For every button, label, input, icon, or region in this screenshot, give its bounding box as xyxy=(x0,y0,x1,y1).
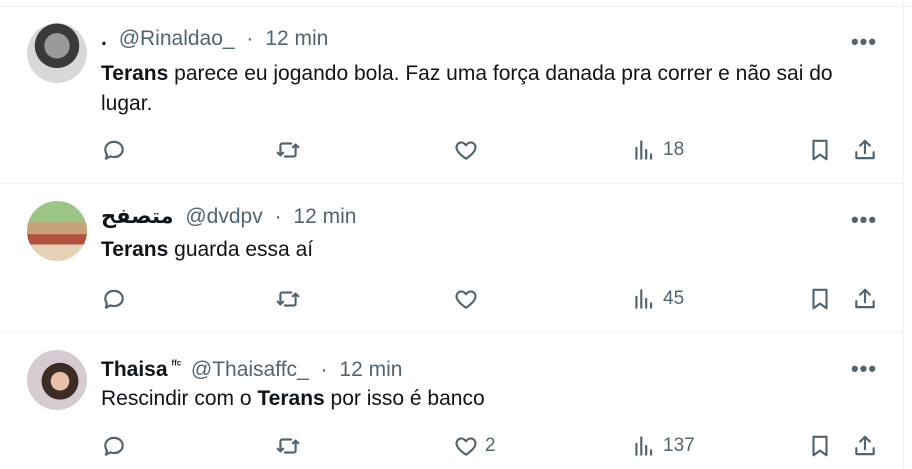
tweet[interactable]: متصفح @dvdpv · 12 min ••• Terans guarda … xyxy=(0,184,904,333)
text-before: Rescindir com o xyxy=(101,387,258,410)
text-after: guarda essa aí xyxy=(168,238,314,261)
timestamp[interactable]: 12 min xyxy=(265,27,328,50)
bookmark-button[interactable] xyxy=(807,431,833,461)
bookmark-icon xyxy=(812,288,828,310)
share-icon xyxy=(855,435,875,456)
analytics-icon xyxy=(635,140,653,160)
name-badge: ᶠᶠᶜ xyxy=(171,359,182,371)
mention-bold: Terans xyxy=(101,238,169,261)
retweet-button[interactable] xyxy=(275,135,301,165)
action-bar: 2 137 xyxy=(101,431,881,461)
display-name[interactable]: متصفح xyxy=(101,205,174,228)
reply-button[interactable] xyxy=(101,135,127,165)
analytics-icon xyxy=(635,289,653,309)
reply-button[interactable] xyxy=(101,431,127,461)
share-icon xyxy=(855,288,875,309)
bookmark-button[interactable] xyxy=(807,135,833,165)
more-horizontal-icon: ••• xyxy=(850,207,878,232)
action-bar: 45 xyxy=(101,284,881,314)
share-icon xyxy=(855,139,875,160)
tweet[interactable]: . @Rinaldao_ · 12 min ••• Terans parece … xyxy=(0,6,904,184)
action-bar: 18 xyxy=(101,135,881,165)
display-name[interactable]: Thaisa xyxy=(101,358,168,381)
avatar[interactable] xyxy=(27,23,87,83)
separator: · xyxy=(320,358,328,381)
more-options-button[interactable]: ••• xyxy=(850,358,878,383)
share-button[interactable] xyxy=(852,135,878,165)
like-count: 2 xyxy=(485,435,496,456)
separator: · xyxy=(274,205,282,228)
tweet-text: Terans guarda essa aí xyxy=(101,235,881,265)
like-button[interactable]: 2 xyxy=(453,431,496,461)
handle[interactable]: @dvdpv xyxy=(185,205,262,228)
display-name[interactable]: . xyxy=(101,27,107,50)
mention-bold: Terans xyxy=(257,387,325,410)
more-horizontal-icon: ••• xyxy=(850,356,878,381)
text-after: parece eu jogando bola. Faz uma força da… xyxy=(101,62,833,115)
retweet-icon xyxy=(276,142,300,158)
analytics-icon xyxy=(635,436,653,456)
views-button[interactable]: 137 xyxy=(631,431,695,461)
views-button[interactable]: 45 xyxy=(631,284,684,314)
heart-icon xyxy=(455,437,477,456)
avatar[interactable] xyxy=(27,350,87,410)
handle[interactable]: @Thaisaffc_ xyxy=(191,358,309,381)
tweet-text: Rescindir com o Terans por isso é banco xyxy=(101,384,881,414)
reply-button[interactable] xyxy=(101,284,127,314)
view-count: 18 xyxy=(663,139,685,160)
reply-icon xyxy=(104,140,124,160)
share-button[interactable] xyxy=(852,284,878,314)
retweet-button[interactable] xyxy=(275,431,301,461)
like-button[interactable] xyxy=(453,284,485,314)
retweet-icon xyxy=(276,438,300,454)
view-count: 45 xyxy=(663,288,685,309)
views-button[interactable]: 18 xyxy=(631,135,684,165)
share-button[interactable] xyxy=(852,431,878,461)
view-count: 137 xyxy=(663,435,695,456)
bookmark-button[interactable] xyxy=(807,284,833,314)
handle[interactable]: @Rinaldao_ xyxy=(119,27,235,50)
timestamp[interactable]: 12 min xyxy=(293,205,356,228)
separator: · xyxy=(246,27,254,50)
bookmark-icon xyxy=(812,139,828,161)
text-after: por isso é banco xyxy=(324,387,485,410)
timestamp[interactable]: 12 min xyxy=(339,358,402,381)
reply-icon xyxy=(104,436,124,456)
timeline: . @Rinaldao_ · 12 min ••• Terans parece … xyxy=(0,0,912,469)
tweet-header: متصفح @dvdpv · 12 min xyxy=(101,204,356,230)
tweet-text: Terans parece eu jogando bola. Faz uma f… xyxy=(101,59,881,119)
heart-icon xyxy=(455,290,477,309)
tweet[interactable]: Thaisa ᶠᶠᶜ @Thaisaffc_ · 12 min ••• Resci… xyxy=(0,333,904,469)
retweet-icon xyxy=(276,291,300,307)
more-options-button[interactable]: ••• xyxy=(850,31,878,56)
more-options-button[interactable]: ••• xyxy=(850,209,878,234)
mention-bold: Terans xyxy=(101,62,169,85)
more-horizontal-icon: ••• xyxy=(850,29,878,54)
bookmark-icon xyxy=(812,435,828,457)
reply-icon xyxy=(104,289,124,309)
like-button[interactable] xyxy=(453,135,485,165)
tweet-header: . @Rinaldao_ · 12 min xyxy=(101,26,328,52)
avatar[interactable] xyxy=(27,201,87,261)
retweet-button[interactable] xyxy=(275,284,301,314)
tweet-header: Thaisa ᶠᶠᶜ @Thaisaffc_ · 12 min xyxy=(101,352,402,383)
heart-icon xyxy=(455,141,477,160)
